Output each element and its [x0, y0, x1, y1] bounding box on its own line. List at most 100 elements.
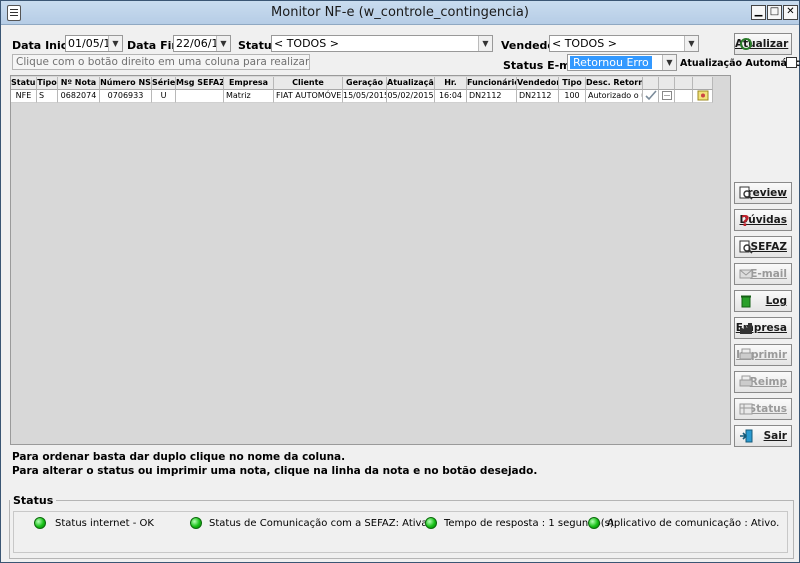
column-header[interactable]: Status	[11, 77, 37, 90]
column-header	[693, 77, 713, 90]
internet-status-text: Status internet - OK	[55, 518, 154, 529]
column-header[interactable]: Funcionário	[467, 77, 517, 90]
column-header[interactable]: Série	[152, 77, 176, 90]
table-cell: 05/02/2015	[387, 90, 435, 103]
data-inicial-field[interactable]: 01/05/15 ▼	[65, 35, 123, 52]
column-header[interactable]: Hr.	[435, 77, 467, 90]
document-icon[interactable]	[659, 90, 675, 103]
column-header[interactable]: Vendedor	[517, 77, 559, 90]
window-title: Monitor NF-e (w_controle_contingencia)	[271, 5, 529, 20]
column-header[interactable]: Nº Nota	[58, 77, 100, 90]
grid-icon	[739, 402, 753, 416]
status-filter-value: < TODOS >	[274, 37, 339, 50]
status-button[interactable]: Status	[734, 398, 792, 420]
filter-hint: Clique com o botão direito em uma coluna…	[12, 54, 310, 70]
log-button[interactable]: Log	[734, 290, 792, 312]
svg-text:?: ?	[741, 213, 750, 227]
check-icon[interactable]	[643, 90, 659, 103]
client-area: Data Inicial: 01/05/15 ▼ Data Final: 22/…	[3, 26, 800, 562]
main-window: Monitor NF-e (w_controle_contingencia) ▁…	[0, 0, 800, 563]
table-cell: DN2112	[517, 90, 559, 103]
status-led-icon	[425, 517, 437, 529]
empresa-button[interactable]: Empresa	[734, 317, 792, 339]
table-cell: Autorizado o uso	[586, 90, 643, 103]
table-cell: 16:04	[435, 90, 467, 103]
printer-icon	[739, 375, 753, 389]
data-final-field[interactable]: 22/06/15 ▼	[173, 35, 231, 52]
sort-hint: Para ordenar basta dar duplo clique no n…	[12, 451, 346, 463]
chevron-down-icon[interactable]: ▼	[478, 36, 492, 51]
status-btn-label: Status	[748, 403, 787, 415]
status-group-title: Status	[10, 494, 57, 507]
chevron-down-icon[interactable]: ▼	[216, 36, 230, 51]
status-email-select[interactable]: Retornou Erro ▼	[567, 54, 677, 71]
email-icon	[739, 267, 753, 281]
action-hint: Para alterar o status ou imprimir uma no…	[12, 465, 538, 477]
column-header	[675, 77, 693, 90]
auto-update-label: Atualização Automática	[680, 58, 800, 69]
auto-update-checkbox[interactable]	[786, 57, 797, 68]
vendedor-value: < TODOS >	[552, 37, 617, 50]
table-cell: 0706933	[100, 90, 152, 103]
column-header[interactable]: Cliente	[274, 77, 343, 90]
sefaz-status-text: Status de Comunicação com a SEFAZ: Ativa	[209, 518, 428, 529]
exit-door-icon	[739, 429, 753, 443]
column-header	[643, 77, 659, 90]
chevron-down-icon[interactable]: ▼	[108, 36, 122, 51]
question-icon: ?	[739, 212, 753, 230]
imprimir-button[interactable]: Imprimir	[734, 344, 792, 366]
email-label: E-mail	[750, 268, 787, 280]
column-header[interactable]: Msg SEFAZ	[176, 77, 224, 90]
column-header[interactable]: Desc. Retorno	[586, 77, 643, 90]
column-header[interactable]: Atualização	[387, 77, 435, 90]
app-status-text: Aplicativo de comunicação : Ativo.	[607, 518, 780, 529]
sefaz-button[interactable]: SEFAZ	[734, 236, 792, 258]
column-header	[659, 77, 675, 90]
title-bar[interactable]: Monitor NF-e (w_controle_contingencia) ▁…	[1, 1, 799, 25]
table-cell: FIAT AUTOMÓVEIS	[274, 90, 343, 103]
table-cell	[176, 90, 224, 103]
table-cell: 15/05/2015	[343, 90, 387, 103]
table-cell: DN2112	[467, 90, 517, 103]
nfe-grid[interactable]: Status Tipo Nº Nota Número NS Série Msg …	[10, 75, 731, 445]
status-led-icon	[190, 517, 202, 529]
table-cell: Matriz	[224, 90, 274, 103]
empty-cell	[675, 90, 693, 103]
log-label: Log	[765, 295, 787, 307]
preview-button[interactable]: Preview	[734, 182, 792, 204]
column-header[interactable]: Empresa	[224, 77, 274, 90]
refresh-icon	[739, 37, 753, 51]
sefaz-label: SEFAZ	[750, 241, 787, 253]
column-header[interactable]: Tipo	[559, 77, 586, 90]
column-header[interactable]: Número NS	[100, 77, 152, 90]
table-cell: NFE	[11, 90, 37, 103]
sair-button[interactable]: Sair	[734, 425, 792, 447]
column-header[interactable]: Tipo	[37, 77, 58, 90]
trash-icon	[739, 294, 753, 308]
table-cell: S	[37, 90, 58, 103]
atualizar-button[interactable]: Atualizar	[734, 33, 792, 55]
column-header[interactable]: Geração	[343, 77, 387, 90]
sair-label: Sair	[763, 430, 787, 442]
table-cell: U	[152, 90, 176, 103]
minimize-button[interactable]: ▁	[751, 5, 766, 20]
email-button[interactable]: E-mail	[734, 263, 792, 285]
vendedor-select[interactable]: < TODOS > ▼	[549, 35, 699, 52]
reimp-button[interactable]: Reimp	[734, 371, 792, 393]
duvidas-button[interactable]: ? Dúvidas	[734, 209, 792, 231]
chevron-down-icon[interactable]: ▼	[662, 55, 676, 70]
status-led-icon	[34, 517, 46, 529]
table-cell: 0682074	[58, 90, 100, 103]
factory-icon	[739, 321, 753, 335]
magnifier-document-icon	[739, 186, 753, 200]
star-icon[interactable]	[693, 90, 713, 103]
search-document-icon	[739, 240, 753, 254]
status-filter-select[interactable]: < TODOS > ▼	[271, 35, 493, 52]
maximize-button[interactable]: □	[767, 5, 782, 20]
close-button[interactable]: ✕	[783, 5, 798, 20]
status-email-value: Retornou Erro	[570, 56, 652, 69]
reimp-label: Reimp	[749, 376, 787, 388]
printer-icon	[739, 348, 753, 362]
status-led-icon	[588, 517, 600, 529]
chevron-down-icon[interactable]: ▼	[684, 36, 698, 51]
